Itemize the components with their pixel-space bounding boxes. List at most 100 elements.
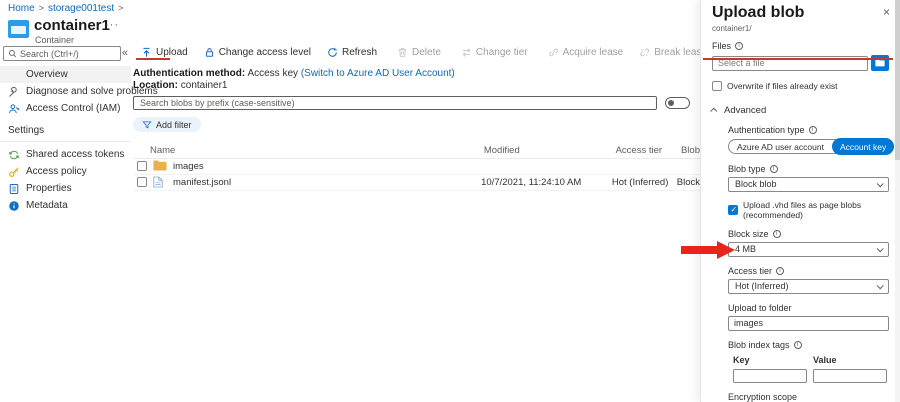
table-row[interactable]: images: [133, 159, 700, 175]
breadcrumb-storage-link[interactable]: storage001test: [48, 3, 114, 14]
acquire-lease-button[interactable]: Acquire lease: [540, 47, 632, 58]
red-arrow-annotation: [681, 246, 718, 254]
vhd-option[interactable]: Upload .vhd files as page blobs (recomme…: [728, 200, 889, 220]
encryption-scope-label-row: Encryption scope: [728, 392, 889, 402]
container-icon: [8, 69, 20, 81]
row-checkbox[interactable]: [137, 177, 147, 187]
block-size-label: Block size: [728, 229, 769, 239]
panel-scrollbar[interactable]: [895, 0, 900, 402]
blob-type-select[interactable]: Block blob: [728, 177, 889, 192]
blob-name-link[interactable]: manifest.jsonl: [173, 177, 231, 188]
break-lease-button[interactable]: Break lease: [631, 47, 700, 58]
folder-icon: [153, 160, 167, 172]
search-icon: [8, 49, 17, 58]
tag-value-input[interactable]: [813, 369, 887, 383]
lock-icon: [204, 47, 215, 58]
page-title: container1: [34, 17, 110, 34]
sidebar-item-overview[interactable]: Overview: [0, 66, 131, 83]
info-icon: [809, 126, 817, 134]
sidebar-collapse-icon[interactable]: «: [122, 47, 128, 59]
overwrite-checkbox[interactable]: [712, 81, 722, 91]
block-size-value: 4 MB: [735, 244, 756, 254]
toolbar-label: Delete: [412, 47, 441, 58]
trash-icon: [397, 47, 408, 58]
location-value: container1: [181, 80, 228, 91]
access-tier-select[interactable]: Hot (Inferred): [728, 279, 889, 294]
block-size-label-row: Block size: [728, 229, 889, 239]
upload-folder-label: Upload to folder: [728, 303, 792, 313]
auth-option-azure-ad[interactable]: Azure AD user account: [729, 142, 832, 152]
toolbar-label: Change access level: [219, 47, 311, 58]
sidebar-item-access-control[interactable]: Access Control (IAM): [0, 100, 131, 117]
change-access-level-button[interactable]: Change access level: [196, 47, 319, 58]
access-tier-value: Hot (Inferred): [735, 281, 789, 291]
add-filter-button[interactable]: Add filter: [133, 117, 201, 132]
cell-blob-type: Block: [677, 177, 700, 188]
blob-name-link[interactable]: images: [173, 161, 204, 172]
info-icon: [8, 200, 20, 212]
auth-option-account-key[interactable]: Account key: [832, 138, 894, 155]
red-underline-annotation: [136, 58, 170, 60]
toolbar-label: Refresh: [342, 47, 377, 58]
upload-button[interactable]: Upload: [133, 47, 196, 58]
access-tier-label: Access tier: [728, 266, 772, 276]
change-tier-button[interactable]: Change tier: [453, 47, 536, 58]
sidebar-item-label: Metadata: [26, 200, 68, 211]
toolbar: Upload Change access level Refresh Delet…: [133, 44, 700, 60]
overwrite-option[interactable]: Overwrite if files already exist: [712, 81, 889, 91]
show-deleted-blobs-toggle[interactable]: [665, 97, 690, 109]
sidebar-item-label: Access policy: [26, 166, 87, 177]
sidebar-item-metadata[interactable]: Metadata: [0, 197, 131, 214]
upload-folder-input[interactable]: [728, 316, 889, 331]
vhd-checkbox[interactable]: [728, 205, 738, 215]
location-line: Location: container1: [133, 80, 700, 91]
advanced-section: Authentication type Azure AD user accoun…: [728, 125, 889, 402]
breadcrumb: Home>storage001test>: [8, 3, 127, 14]
tag-key-input[interactable]: [733, 369, 807, 383]
column-header-access-tier[interactable]: Access tier: [616, 145, 681, 156]
sidebar-search[interactable]: [3, 46, 121, 61]
blob-table: Name Modified Access tier Blob images: [133, 144, 700, 191]
sidebar: « Overview Diagnose and solve problems A…: [0, 44, 131, 402]
chevron-down-icon: [877, 180, 884, 187]
breadcrumb-home-link[interactable]: Home: [8, 3, 35, 14]
refresh-button[interactable]: Refresh: [319, 47, 385, 58]
file-icon: [153, 176, 167, 188]
sidebar-search-input[interactable]: [20, 49, 110, 59]
vhd-label: Upload .vhd files as page blobs (recomme…: [743, 200, 889, 220]
blob-type-label: Blob type: [728, 164, 766, 174]
switch-auth-link[interactable]: (Switch to Azure AD User Account): [301, 68, 455, 79]
block-size-select[interactable]: 4 MB: [728, 242, 889, 257]
wrench-icon: [8, 86, 20, 98]
column-header-blob-type[interactable]: Blob: [681, 145, 700, 156]
tag-value-header: Value: [813, 355, 889, 365]
sidebar-item-diagnose[interactable]: Diagnose and solve problems: [0, 83, 131, 100]
auth-type-label: Authentication type: [728, 125, 805, 135]
divider: [0, 141, 131, 142]
overwrite-label: Overwrite if files already exist: [727, 81, 838, 91]
red-arrow-annotation: [717, 241, 735, 259]
more-options-icon[interactable]: ···: [105, 19, 119, 31]
advanced-section-toggle[interactable]: Advanced: [712, 105, 889, 116]
link-icon: [548, 47, 559, 58]
scrollbar-thumb[interactable]: [895, 0, 900, 160]
info-icon: [794, 341, 802, 349]
sidebar-item-properties[interactable]: Properties: [0, 180, 131, 197]
auth-type-segmented-control: Azure AD user account Account key: [728, 139, 894, 154]
column-header-name[interactable]: Name: [133, 145, 484, 156]
authentication-method-line: Authentication method: Access key (Switc…: [133, 68, 700, 79]
table-row[interactable]: manifest.jsonl 10/7/2021, 11:24:10 AM Ho…: [133, 175, 700, 191]
blob-search-input[interactable]: [133, 96, 657, 110]
sidebar-item-label: Shared access tokens: [26, 149, 124, 160]
sidebar-nav: Overview Diagnose and solve problems Acc…: [0, 66, 131, 214]
row-checkbox[interactable]: [137, 161, 147, 171]
sidebar-item-shared-access-tokens[interactable]: Shared access tokens: [0, 146, 131, 163]
files-label-row: Files: [712, 41, 889, 51]
blob-type-value: Block blob: [735, 179, 777, 189]
chevron-down-icon: [877, 282, 884, 289]
filter-icon: [142, 120, 152, 130]
document-list-icon: [8, 183, 20, 195]
sidebar-item-access-policy[interactable]: Access policy: [0, 163, 131, 180]
delete-button[interactable]: Delete: [389, 47, 449, 58]
column-header-modified[interactable]: Modified: [484, 145, 616, 156]
